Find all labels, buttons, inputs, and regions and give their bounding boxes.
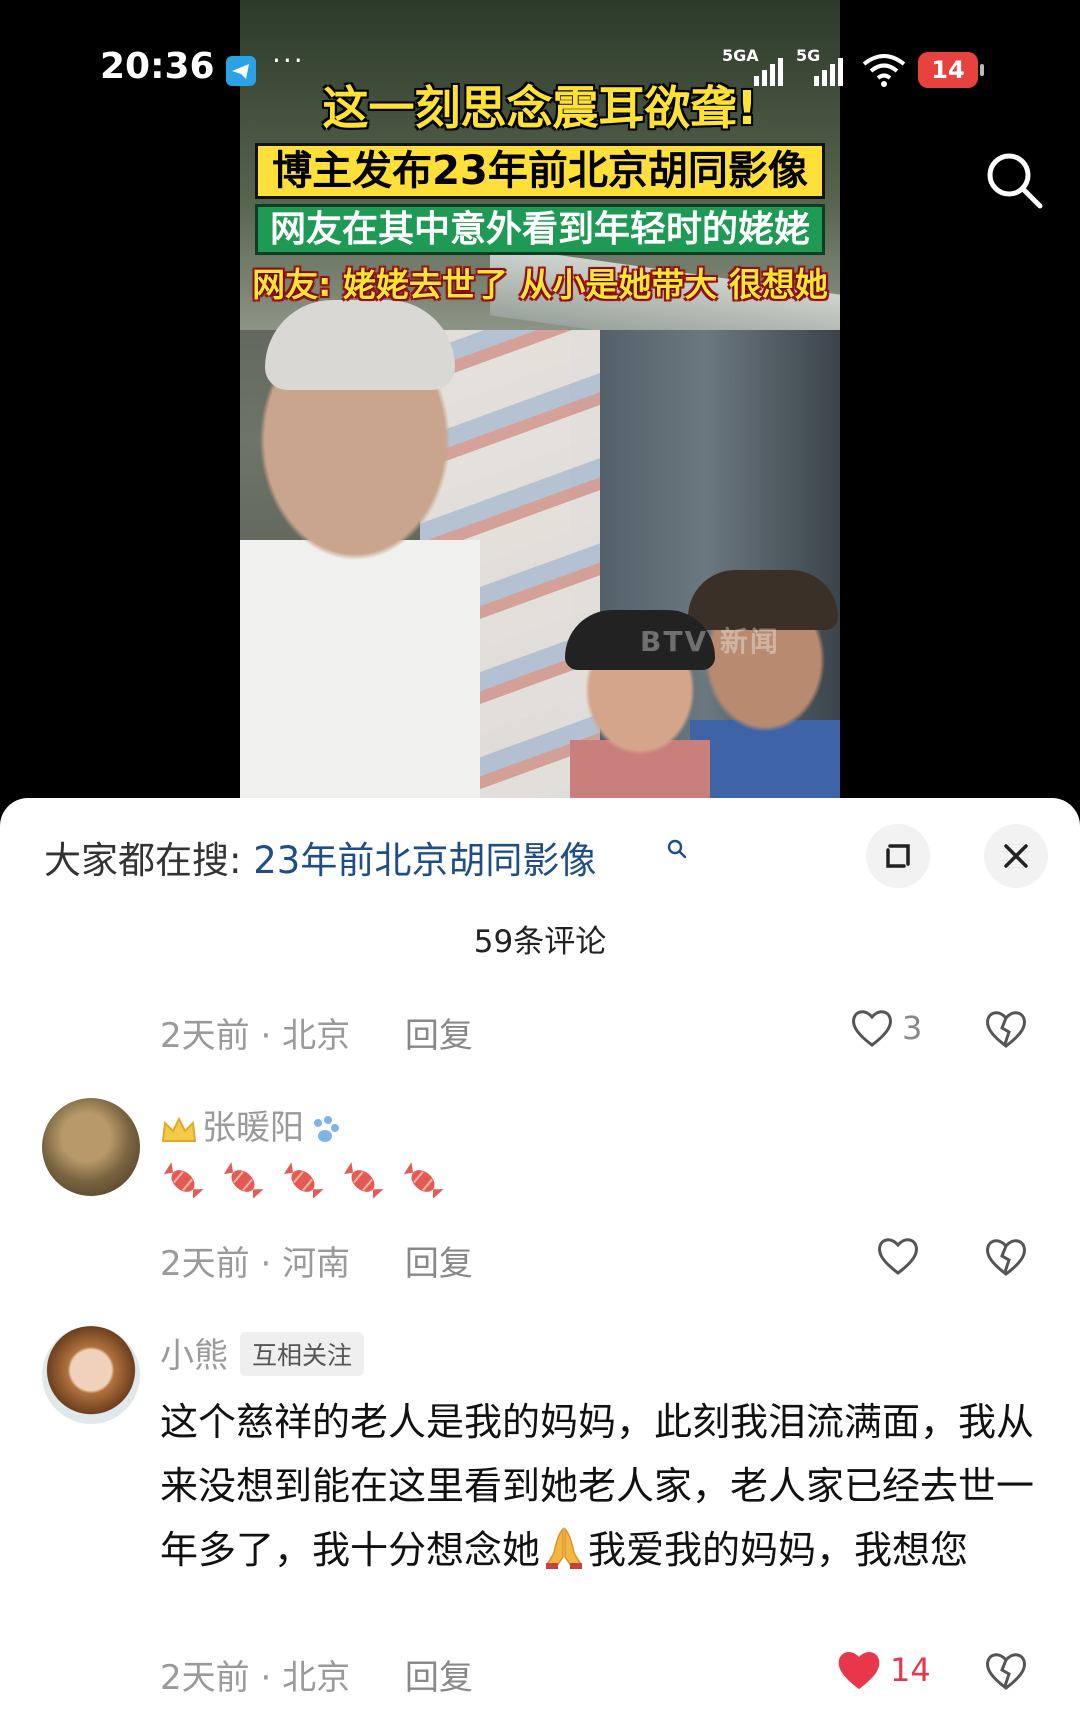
mutual-follow-badge: 互相关注 [240,1332,365,1376]
comment-location: 北京 [282,1016,351,1056]
trending-search-hint[interactable]: 大家都在搜: 23年前北京胡同影像 [44,830,596,884]
signal-icon-1 [754,58,783,86]
broken-heart-icon[interactable] [984,1006,1028,1050]
like-count: 3 [902,1009,923,1047]
trending-search-query[interactable]: 23年前北京胡同影像 [253,839,596,882]
telegram-icon [226,56,256,86]
paw-icon [314,1115,339,1142]
avatar[interactable] [42,1326,140,1424]
signal-icon-2 [814,58,843,86]
like-button[interactable] [876,1232,920,1280]
comment-username[interactable]: 小熊 [160,1328,228,1377]
status-bar: 20:36 ··· 5GA 5G 14 [0,40,1080,100]
candy-icon [343,1162,384,1199]
comment-time: 2天前 [160,1244,250,1284]
comment-text: 这个慈祥的老人是我的妈妈，此刻我泪流满面，我从来没想到能在这里看到她老人家，老人… [160,1390,1040,1582]
candy-icon [283,1162,324,1199]
trending-search-prefix: 大家都在搜: [44,839,242,882]
close-icon [1004,844,1028,868]
like-button[interactable]: 14 [836,1646,931,1694]
comment-emoji-content [160,1158,446,1204]
video-caption-3: 网友在其中意外看到年轻时的姥姥 [240,200,840,255]
video-caption-4: 网友: 姥姥去世了 从小是她带大 很想她 [252,265,828,304]
like-count: 14 [890,1651,931,1689]
video-player[interactable]: BTV 新闻 这一刻思念震耳欲聋! 博主发布23年前北京胡同影像 网友在其中意外… [0,0,1080,810]
comment-username[interactable]: 张暖阳 [160,1100,342,1149]
candy-icon [163,1162,204,1199]
comment-username-text: 张暖阳 [202,1108,304,1148]
search-icon[interactable] [982,148,1046,212]
heart-icon [878,1238,918,1275]
expand-icon [886,844,910,868]
comment-location: 北京 [282,1658,351,1698]
scene-person-elder [240,320,480,800]
comment-time: 2天前 [160,1016,250,1056]
status-time: 20:36 [100,46,215,87]
video-watermark: BTV 新闻 [640,625,780,658]
broken-heart-icon[interactable] [984,1648,1028,1692]
wifi-icon [862,54,906,87]
reply-button[interactable]: 回复 [405,1244,473,1284]
comment-time: 2天前 [160,1658,250,1698]
pray-icon [546,1527,583,1569]
video-caption-3-text: 网友在其中意外看到年轻时的姥姥 [254,204,825,255]
scene-person-elder-hair [265,300,455,390]
comment-count: 59条评论 [473,924,607,960]
video-caption-2: 博主发布23年前北京胡同影像 [240,138,840,199]
video-caption-2-text: 博主发布23年前北京胡同影像 [255,143,825,199]
comment-meta: 2天前 · 北京 回复 [160,1658,473,1698]
reply-button[interactable]: 回复 [405,1658,473,1698]
candy-icon [403,1162,444,1199]
reply-button[interactable]: 回复 [405,1016,473,1056]
video-frame[interactable]: BTV 新闻 这一刻思念震耳欲聋! 博主发布23年前北京胡同影像 网友在其中意外… [240,0,840,800]
close-button[interactable] [984,824,1048,888]
heart-icon [852,1010,892,1047]
battery-indicator: 14 [918,52,984,88]
comment-sheet: 大家都在搜: 23年前北京胡同影像 59条评论 2天前 · 北京 回复 3 张暖… [0,798,1080,1728]
more-notifications-icon: ··· [272,44,305,77]
broken-heart-icon[interactable] [984,1234,1028,1278]
like-button[interactable]: 3 [850,1004,922,1052]
heart-icon [838,1652,880,1690]
crown-icon [161,1116,197,1142]
comment-meta: 2天前 · 北京 回复 [160,1016,473,1056]
comment-text-tail: 我爱我的妈妈，我想您 [588,1528,969,1572]
search-icon [667,839,687,859]
expand-button[interactable] [866,824,930,888]
avatar[interactable] [42,1098,140,1196]
comment-location: 河南 [282,1244,351,1284]
comment-meta: 2天前 · 河南 回复 [160,1244,473,1284]
candy-icon [223,1162,264,1199]
